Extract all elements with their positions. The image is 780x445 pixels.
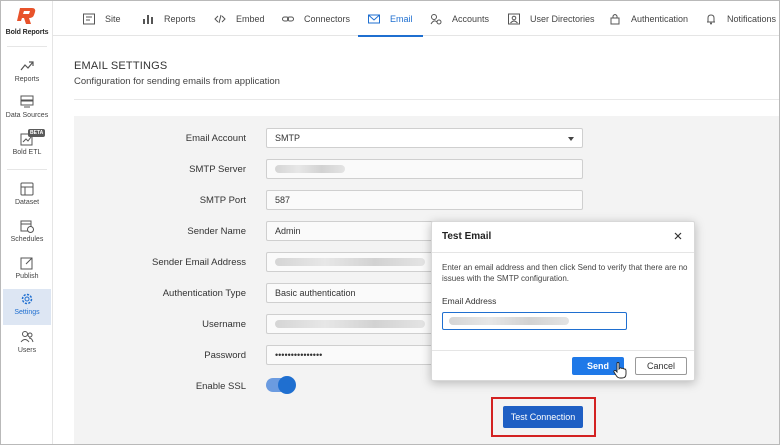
redacted-value — [275, 258, 425, 266]
calendar-clock-icon — [20, 220, 34, 233]
page-subtitle: Configuration for sending emails from ap… — [74, 76, 280, 87]
trend-icon — [20, 61, 34, 71]
brand[interactable]: Bold Reports — [1, 5, 53, 36]
smtp-port-input[interactable]: 587 — [266, 190, 583, 210]
sidebar-item-label: Bold ETL — [12, 149, 42, 156]
tab-label: User Directories — [530, 13, 595, 24]
enable-ssl-toggle[interactable] — [266, 376, 296, 394]
tab-embed[interactable]: Embed — [214, 1, 265, 36]
smtp-port-label: SMTP Port — [199, 195, 246, 206]
email-address-label: Email Address — [442, 296, 497, 306]
tab-label: Site — [105, 13, 121, 24]
smtp-server-label: SMTP Server — [189, 164, 246, 175]
dialog-divider — [432, 350, 694, 351]
site-icon — [83, 13, 95, 24]
tab-label: Authentication — [631, 13, 689, 24]
bold-reports-logo-icon — [17, 8, 36, 24]
tab-reports[interactable]: Reports — [142, 1, 196, 36]
sidebar-item-label: Settings — [14, 309, 40, 316]
test-connection-button[interactable]: Test Connection — [503, 406, 583, 428]
tab-label: Accounts — [452, 13, 490, 24]
password-label: Password — [204, 350, 246, 361]
mail-icon — [368, 14, 380, 23]
tab-site[interactable]: Site — [83, 1, 121, 36]
app-window: Bold Reports Reports Data Sources BETA B… — [0, 0, 780, 445]
tab-email[interactable]: Email — [358, 1, 422, 37]
link-icon — [282, 16, 294, 21]
sidebar-item-users[interactable]: Users — [3, 327, 51, 363]
sidebar-item-dataset[interactable]: Dataset — [3, 179, 51, 215]
tab-label: Connectors — [304, 13, 351, 24]
sidebar-divider — [7, 169, 47, 170]
username-label: Username — [202, 319, 246, 330]
smtp-port-value: 587 — [275, 195, 291, 205]
dataset-icon — [20, 182, 34, 196]
sidebar-item-label: Publish — [15, 273, 39, 280]
brand-name: Bold Reports — [5, 29, 49, 36]
directory-icon — [508, 13, 520, 24]
tab-connectors[interactable]: Connectors — [282, 1, 350, 36]
sidebar-item-schedules[interactable]: Schedules — [3, 216, 51, 252]
redacted-value — [275, 320, 425, 328]
tab-user-directories[interactable]: User Directories — [508, 1, 595, 36]
password-value: ••••••••••••••• — [275, 350, 323, 360]
gear-icon — [21, 293, 33, 305]
sidebar-item-label: Users — [17, 347, 37, 354]
tab-label: Notifications — [727, 13, 777, 24]
sender-email-label: Sender Email Address — [152, 257, 246, 268]
bar-chart-icon — [143, 14, 153, 24]
sidebar-divider — [7, 46, 47, 47]
sidebar-item-reports[interactable]: Reports — [3, 56, 51, 92]
sidebar-item-settings[interactable]: Settings — [3, 289, 51, 325]
publish-icon — [20, 257, 33, 270]
email-account-value: SMTP — [275, 133, 301, 143]
tab-label: Email — [390, 13, 413, 24]
code-icon — [214, 14, 226, 23]
redacted-value — [275, 165, 345, 173]
tab-label: Reports — [164, 13, 196, 24]
dialog-description: Enter an email address and then click Se… — [442, 263, 688, 283]
close-icon[interactable] — [672, 230, 684, 242]
sidebar-item-publish[interactable]: Publish — [3, 253, 51, 289]
auth-type-value: Basic authentication — [275, 288, 356, 298]
redacted-value — [449, 317, 569, 325]
accounts-icon — [430, 13, 442, 24]
tab-authentication[interactable]: Authentication — [609, 1, 688, 36]
cancel-button[interactable]: Cancel — [635, 357, 687, 375]
users-icon — [20, 331, 34, 343]
tab-accounts[interactable]: Accounts — [430, 1, 489, 36]
page-title: EMAIL SETTINGS — [74, 60, 168, 72]
sidebar-item-label: Data Sources — [5, 112, 49, 119]
dialog-divider — [432, 252, 694, 253]
sender-name-value: Admin — [275, 226, 301, 236]
toggle-knob — [278, 376, 296, 394]
email-account-select[interactable]: SMTP — [266, 128, 583, 148]
tab-label: Embed — [236, 13, 265, 24]
beta-badge: BETA — [28, 129, 46, 137]
hand-cursor-icon — [613, 362, 627, 379]
sidebar: Bold Reports Reports Data Sources BETA B… — [1, 1, 53, 444]
sidebar-item-label: Reports — [14, 76, 40, 83]
enable-ssl-label: Enable SSL — [195, 381, 246, 392]
test-email-dialog: Test Email Enter an email address and th… — [431, 221, 695, 381]
auth-type-label: Authentication Type — [162, 288, 246, 299]
smtp-server-input[interactable] — [266, 159, 583, 179]
header-divider — [74, 99, 779, 100]
sidebar-item-label: Schedules — [10, 236, 44, 243]
settings-tab-bar: Site Reports Embed Connectors Email Acco… — [53, 1, 779, 37]
email-account-label: Email Account — [185, 133, 246, 144]
sidebar-item-data-sources[interactable]: Data Sources — [3, 92, 51, 128]
sidebar-item-bold-etl[interactable]: BETA Bold ETL — [3, 129, 51, 165]
tab-notifications[interactable]: Notifications — [705, 1, 776, 36]
lock-icon — [610, 13, 620, 24]
sender-name-label: Sender Name — [187, 226, 246, 237]
bell-icon — [707, 13, 715, 24]
database-icon — [20, 95, 34, 108]
email-address-input[interactable] — [442, 312, 627, 330]
sidebar-item-label: Dataset — [14, 199, 40, 206]
dialog-title: Test Email — [442, 231, 492, 242]
